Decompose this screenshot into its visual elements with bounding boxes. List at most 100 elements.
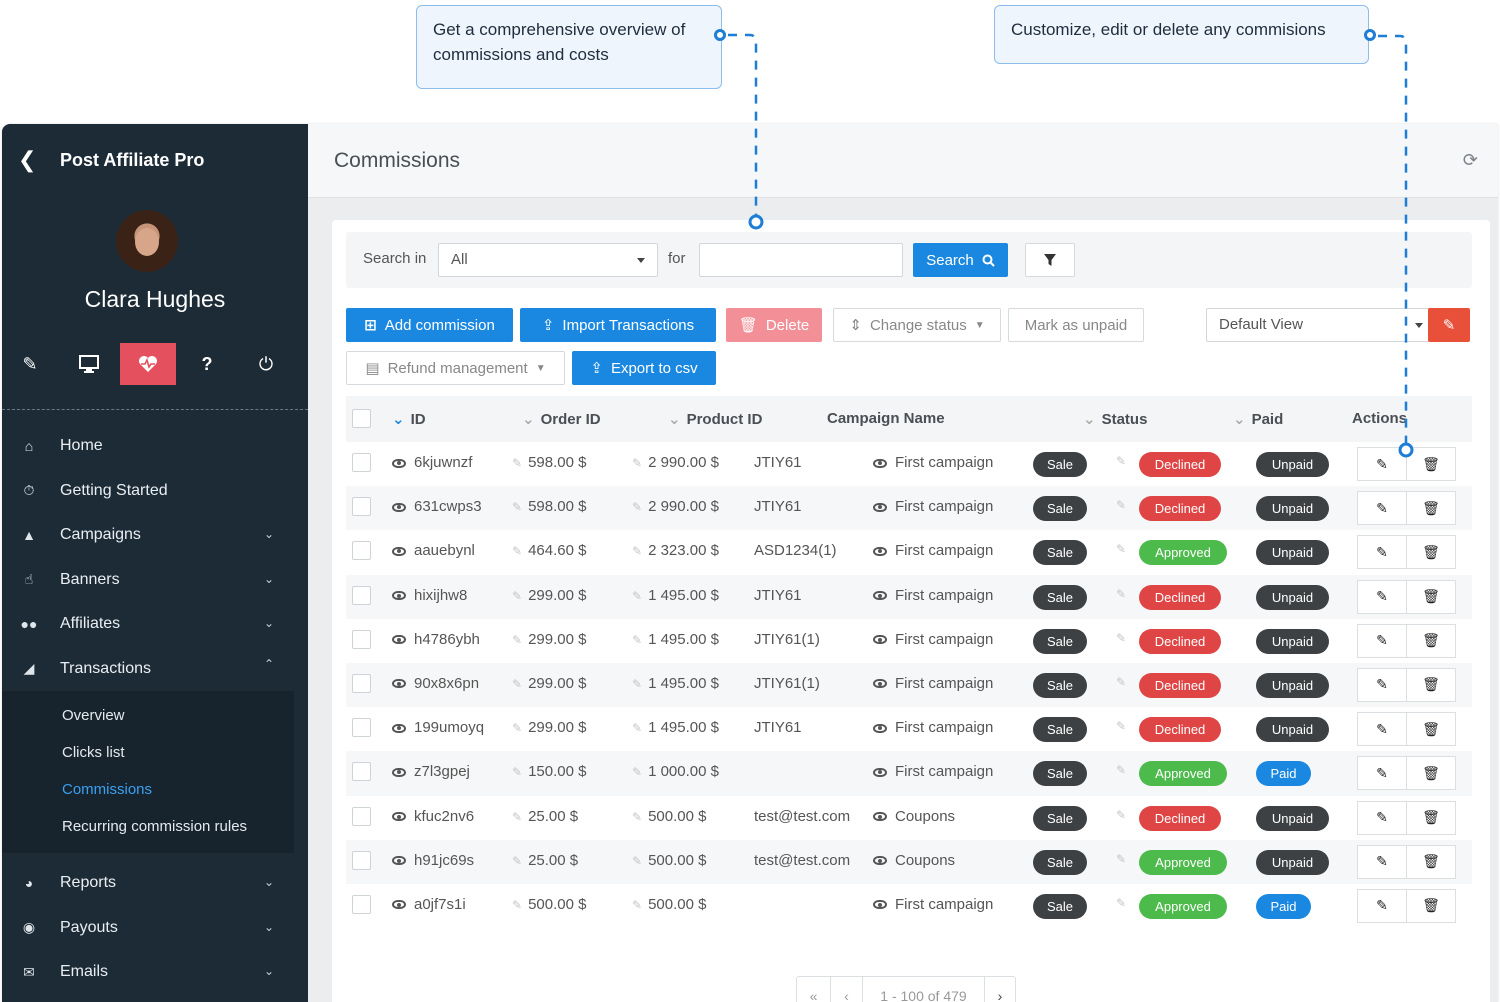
pencil-icon[interactable]: ✎ (512, 765, 522, 779)
row-checkbox[interactable] (352, 850, 371, 870)
row-id-cell[interactable]: aauebynl (392, 542, 475, 559)
row-checkbox[interactable] (352, 806, 371, 826)
eye-icon[interactable] (873, 502, 887, 512)
pencil-icon[interactable]: ✎ (632, 854, 642, 868)
pencil-icon[interactable]: ✎ (1116, 896, 1126, 910)
status-badge[interactable]: Approved (1139, 849, 1227, 875)
row-id-cell[interactable]: a0jf7s1i (392, 896, 466, 913)
status-badge[interactable]: Declined (1139, 805, 1221, 831)
pencil-icon[interactable]: ✎ (632, 721, 642, 735)
pager-next[interactable]: › (985, 977, 1015, 1002)
paid-badge[interactable]: Unpaid (1256, 496, 1329, 522)
table-row[interactable]: hixijhw8 ✎ 299.00 $ ✎ 1 495.00 $ JTIY61 First … (346, 574, 1472, 619)
eye-icon[interactable] (873, 635, 887, 645)
table-row[interactable]: aauebynl ✎ 464.60 $ ✎ 2 323.00 $ ASD1234(1) Fi… (346, 530, 1472, 574)
paid-badge[interactable]: Unpaid (1256, 717, 1329, 743)
eye-icon[interactable] (873, 856, 887, 866)
edit-button[interactable]: ✎ (1357, 712, 1407, 747)
row-id-cell[interactable]: hixijhw8 (392, 587, 467, 604)
sidebar-item-transactions[interactable]: ◢ Transactions ⌃ (2, 647, 308, 692)
status-badge[interactable]: Approved (1139, 540, 1227, 566)
paid-badge[interactable]: Paid (1256, 761, 1311, 787)
row-checkbox[interactable] (352, 718, 371, 738)
row-checkbox[interactable] (352, 762, 371, 782)
row-id-cell[interactable]: kfuc2nv6 (392, 808, 474, 825)
row-checkbox[interactable] (352, 894, 371, 914)
sidebar-item-affiliates[interactable]: ●● Affiliates ⌄ (2, 602, 308, 647)
table-row[interactable]: kfuc2nv6 ✎ 25.00 $ ✎ 500.00 $ test@test.com Co… (346, 796, 1472, 840)
status-badge[interactable]: Approved (1139, 761, 1227, 787)
pencil-icon[interactable]: ✎ (632, 633, 642, 647)
eye-icon[interactable] (392, 900, 406, 910)
status-badge[interactable]: Declined (1139, 628, 1221, 654)
sidebar-subitem-commissions[interactable]: Commissions (2, 771, 294, 808)
pencil-icon[interactable]: ✎ (512, 677, 522, 691)
row-checkbox[interactable] (352, 497, 371, 517)
edit-button[interactable]: ✎ (1357, 888, 1407, 923)
row-id-cell[interactable]: 631cwps3 (392, 498, 482, 515)
table-row[interactable]: a0jf7s1i ✎ 500.00 $ ✎ 500.00 $ First campaign… (346, 884, 1472, 928)
delete-row-button[interactable]: 🗑 (1406, 844, 1456, 879)
eye-icon[interactable] (873, 900, 887, 910)
table-row[interactable]: 199umoyq ✎ 299.00 $ ✎ 1 495.00 $ JTIY61 First … (346, 707, 1472, 751)
pencil-icon[interactable]: ✎ (1116, 763, 1126, 777)
eye-icon[interactable] (392, 679, 406, 689)
paid-badge[interactable]: Unpaid (1256, 849, 1329, 875)
edit-button[interactable]: ✎ (1357, 579, 1407, 614)
edit-button[interactable]: ✎ (1357, 535, 1407, 570)
pencil-icon[interactable]: ✎ (1116, 542, 1126, 556)
pager-prev[interactable]: ‹ (831, 977, 863, 1002)
status-badge[interactable]: Approved (1139, 893, 1227, 919)
row-checkbox[interactable] (352, 673, 371, 693)
eye-icon[interactable] (873, 546, 887, 556)
delete-row-button[interactable]: 🗑 (1406, 491, 1456, 526)
eye-icon[interactable] (392, 591, 406, 601)
edit-button[interactable]: ✎ (1357, 844, 1407, 879)
sidebar-subitem-clicks-list[interactable]: Clicks list (2, 734, 294, 771)
pencil-icon[interactable]: ✎ (1116, 719, 1126, 733)
sidebar-item-campaigns[interactable]: ▲ Campaigns ⌄ (2, 513, 308, 558)
table-row[interactable]: h4786ybh ✎ 299.00 $ ✎ 1 495.00 $ JTIY61(1) Fir… (346, 619, 1472, 663)
sidebar-subitem-overview[interactable]: Overview (2, 697, 294, 734)
edit-button[interactable]: ✎ (1357, 667, 1407, 702)
delete-row-button[interactable]: 🗑 (1406, 667, 1456, 702)
status-badge[interactable]: Declined (1139, 672, 1221, 698)
eye-icon[interactable] (873, 723, 887, 733)
sidebar-item-getting-started[interactable]: ⏱ Getting Started (2, 469, 308, 514)
pencil-icon[interactable]: ✎ (1116, 498, 1126, 512)
pencil-icon[interactable]: ✎ (632, 765, 642, 779)
pencil-icon[interactable]: ✎ (632, 677, 642, 691)
pencil-icon[interactable]: ✎ (1116, 631, 1126, 645)
row-id-cell[interactable]: 90x8x6pn (392, 675, 479, 692)
eye-icon[interactable] (873, 767, 887, 777)
edit-button[interactable]: ✎ (1357, 491, 1407, 526)
edit-button[interactable]: ✎ (1357, 756, 1407, 791)
eye-icon[interactable] (392, 502, 406, 512)
pencil-icon[interactable]: ✎ (632, 500, 642, 514)
pencil-icon[interactable]: ✎ (1116, 808, 1126, 822)
paid-badge[interactable]: Unpaid (1256, 805, 1329, 831)
eye-icon[interactable] (392, 812, 406, 822)
pencil-icon[interactable]: ✎ (512, 500, 522, 514)
row-checkbox[interactable] (352, 585, 371, 605)
status-badge[interactable]: Declined (1139, 496, 1221, 522)
row-checkbox[interactable] (352, 629, 371, 649)
row-id-cell[interactable]: z7l3gpej (392, 763, 470, 780)
row-id-cell[interactable]: h4786ybh (392, 631, 480, 648)
pencil-icon[interactable]: ✎ (1116, 852, 1126, 866)
row-id-cell[interactable]: 199umoyq (392, 719, 484, 736)
sidebar-item-emails[interactable]: ✉ Emails ⌄ (2, 950, 308, 995)
pencil-icon[interactable]: ✎ (512, 589, 522, 603)
sidebar-item-reports[interactable]: ◕ Reports ⌄ (2, 861, 308, 906)
sidebar-item-banners[interactable]: ☝ Banners ⌄ (2, 558, 308, 603)
delete-row-button[interactable]: 🗑 (1406, 756, 1456, 791)
paid-badge[interactable]: Unpaid (1256, 672, 1329, 698)
delete-row-button[interactable]: 🗑 (1406, 800, 1456, 835)
pencil-icon[interactable]: ✎ (512, 544, 522, 558)
delete-row-button[interactable]: 🗑 (1406, 579, 1456, 614)
delete-row-button[interactable]: 🗑 (1406, 623, 1456, 658)
pencil-icon[interactable]: ✎ (632, 589, 642, 603)
sidebar-subitem-recurring-rules[interactable]: Recurring commission rules (2, 808, 294, 845)
eye-icon[interactable] (392, 635, 406, 645)
delete-row-button[interactable]: 🗑 (1406, 888, 1456, 923)
